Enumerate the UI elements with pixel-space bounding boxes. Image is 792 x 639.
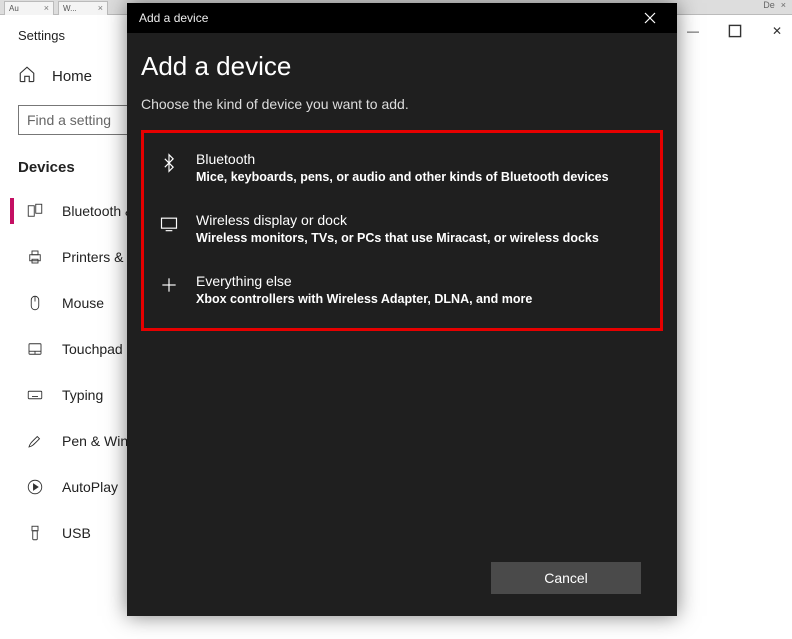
option-desc: Xbox controllers with Wireless Adapter, …: [196, 292, 532, 306]
dialog-title: Add a device: [139, 11, 208, 25]
dialog-heading: Add a device: [141, 51, 663, 82]
dialog-titlebar: Add a device: [127, 3, 677, 33]
option-everything-else[interactable]: Everything else Xbox controllers with Wi…: [148, 261, 656, 322]
touchpad-icon: [26, 340, 44, 358]
dialog-subtitle: Choose the kind of device you want to ad…: [141, 96, 663, 112]
option-title: Wireless display or dock: [196, 212, 599, 228]
pen-icon: [26, 432, 44, 450]
browser-tab[interactable]: W... ×: [58, 1, 108, 15]
maximize-icon[interactable]: [728, 24, 742, 38]
home-label: Home: [52, 68, 92, 85]
browser-tab[interactable]: Au ×: [4, 1, 54, 15]
option-title: Bluetooth: [196, 151, 609, 167]
bluetooth-icon: [156, 151, 182, 184]
display-icon: [156, 212, 182, 245]
search-placeholder: Find a setting: [27, 112, 111, 128]
tab-label: Au: [9, 4, 19, 13]
option-desc: Mice, keyboards, pens, or audio and othe…: [196, 170, 609, 184]
sidebar-item-label: USB: [62, 525, 91, 541]
option-bluetooth[interactable]: Bluetooth Mice, keyboards, pens, or audi…: [148, 139, 656, 200]
close-icon[interactable]: ×: [44, 3, 49, 13]
usb-icon: [26, 524, 44, 542]
window-controls: — ✕: [686, 24, 784, 38]
minimize-icon[interactable]: —: [686, 24, 700, 38]
keyboard-icon: [26, 386, 44, 404]
sidebar-item-label: AutoPlay: [62, 479, 118, 495]
add-device-dialog: Add a device Add a device Choose the kin…: [127, 3, 677, 616]
tab-label: W...: [63, 4, 77, 13]
option-title: Everything else: [196, 273, 532, 289]
sidebar-item-label: Touchpad: [62, 341, 123, 357]
sidebar-item-label: Typing: [62, 387, 103, 403]
close-icon[interactable]: ✕: [770, 24, 784, 38]
close-icon[interactable]: ×: [98, 3, 103, 13]
tab-label: De: [763, 0, 775, 10]
close-icon[interactable]: [635, 3, 665, 33]
plus-icon: [156, 273, 182, 306]
option-desc: Wireless monitors, TVs, or PCs that use …: [196, 231, 599, 245]
options-highlight-box: Bluetooth Mice, keyboards, pens, or audi…: [141, 130, 663, 331]
sidebar-item-label: Mouse: [62, 295, 104, 311]
autoplay-icon: [26, 478, 44, 496]
printer-icon: [26, 248, 44, 266]
cancel-button[interactable]: Cancel: [491, 562, 641, 594]
mouse-icon: [26, 294, 44, 312]
home-icon: [18, 65, 36, 87]
browser-tab-right: De ×: [763, 0, 786, 10]
close-icon[interactable]: ×: [781, 0, 786, 10]
devices-icon: [26, 202, 44, 220]
option-wireless-display[interactable]: Wireless display or dock Wireless monito…: [148, 200, 656, 261]
